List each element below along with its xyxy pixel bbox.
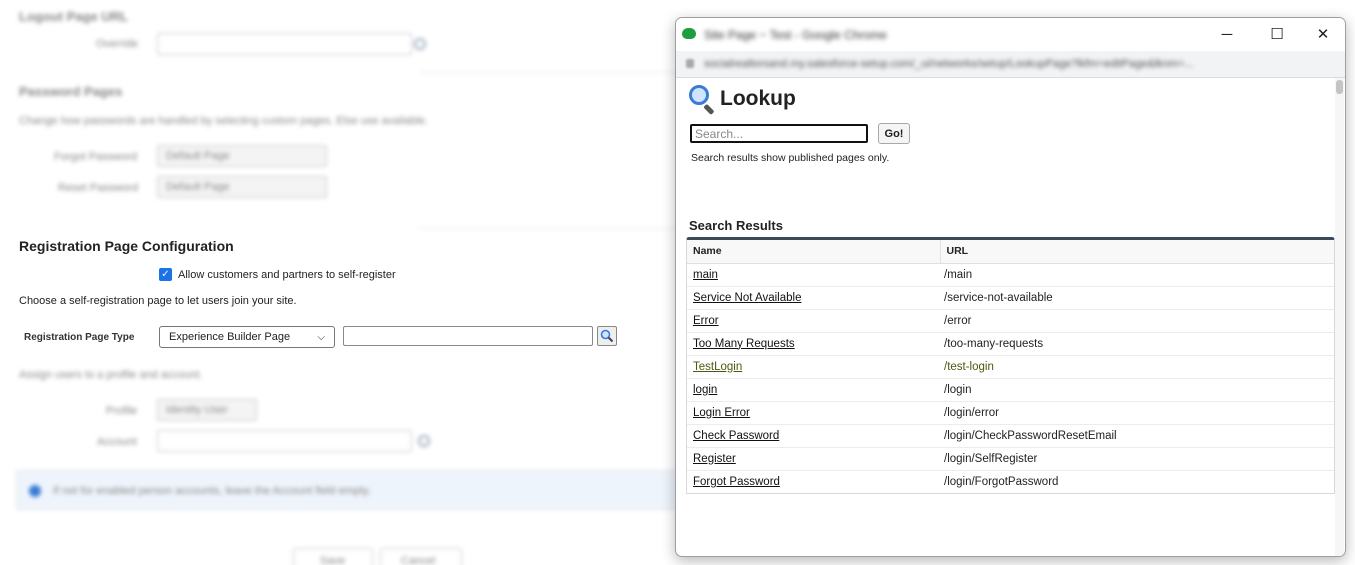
result-url: /login/CheckPasswordResetEmail <box>940 423 1334 447</box>
registration-page-input[interactable] <box>343 326 593 346</box>
profile-select[interactable]: Identity User <box>157 399 257 421</box>
chevron-down-icon: ⌵ <box>317 331 325 343</box>
reset-password-label: Reset Password <box>58 182 139 194</box>
forgot-password-select[interactable]: Default Page <box>157 145 327 167</box>
table-row: Service Not Available /service-not-avail… <box>687 285 1334 309</box>
result-link[interactable]: Login Error <box>693 407 750 419</box>
window-title: Site Page ~ Test - Google Chrome <box>704 28 887 42</box>
result-url: /login/ForgotPassword <box>940 469 1334 493</box>
result-url: /error <box>940 308 1334 332</box>
column-header-name: Name <box>687 240 940 264</box>
maximize-button[interactable]: ☐ <box>1262 24 1292 44</box>
close-button[interactable]: ✕ <box>1308 24 1338 44</box>
forgot-password-label: Forgot Password <box>54 151 138 163</box>
registration-type-label: Registration Page Type <box>24 332 135 343</box>
table-row: login /login <box>687 377 1334 401</box>
result-link[interactable]: Check Password <box>693 430 779 442</box>
logout-url-input[interactable] <box>157 33 412 55</box>
lookup-popup-window: Site Page ~ Test - Google Chrome ─ ☐ ✕ s… <box>675 17 1346 557</box>
info-icon <box>29 485 41 497</box>
search-results-table: Name URL main /main Service Not Availabl… <box>686 237 1335 494</box>
allow-self-register-row[interactable]: ✓ Allow customers and partners to self-r… <box>159 268 396 281</box>
result-link[interactable]: Too Many Requests <box>693 338 795 350</box>
registration-type-select[interactable]: Experience Builder Page ⌵ <box>159 326 335 348</box>
result-url: /too-many-requests <box>940 331 1334 355</box>
minimize-button[interactable]: ─ <box>1212 24 1242 44</box>
scrollbar-thumb[interactable] <box>1336 80 1343 94</box>
registration-type-value: Experience Builder Page <box>169 331 291 343</box>
result-link[interactable]: TestLogin <box>693 361 742 373</box>
address-bar[interactable]: socialrealtorsand.my.salesforce-setup.co… <box>676 51 1345 78</box>
table-row: Too Many Requests /too-many-requests <box>687 331 1334 355</box>
divider <box>420 228 680 229</box>
profile-label: Profile <box>106 405 138 417</box>
lock-icon <box>686 59 694 68</box>
scrollbar[interactable] <box>1335 78 1344 556</box>
allow-self-register-label: Allow customers and partners to self-reg… <box>178 268 396 281</box>
lookup-header: Lookup <box>688 84 796 116</box>
result-link[interactable]: Forgot Password <box>693 476 780 488</box>
table-row-highlighted: TestLogin /test-login <box>687 354 1334 378</box>
choose-registration-text: Choose a self-registration page to let u… <box>19 295 297 307</box>
table-row: Error /error <box>687 308 1334 332</box>
result-url: /login/error <box>940 400 1334 424</box>
go-button[interactable]: Go! <box>878 123 910 144</box>
result-link[interactable]: Register <box>693 453 736 465</box>
table-row: Check Password /login/CheckPasswordReset… <box>687 423 1334 447</box>
logout-heading: Logout Page URL <box>19 9 129 24</box>
info-box: If not for enabled person accounts, leav… <box>16 470 696 510</box>
result-link[interactable]: main <box>693 269 718 281</box>
info-text: If not for enabled person accounts, leav… <box>53 485 371 497</box>
table-header-row: Name URL <box>687 240 1334 264</box>
registration-page-lookup-button[interactable] <box>597 326 617 346</box>
result-url: /login/SelfRegister <box>940 446 1334 470</box>
logout-label: Override <box>96 38 139 50</box>
table-row: Forgot Password /login/ForgotPassword <box>687 469 1334 493</box>
account-input[interactable] <box>157 430 412 452</box>
result-url: /test-login <box>940 354 1334 378</box>
result-url: /main <box>940 262 1334 286</box>
table-row: Register /login/SelfRegister <box>687 446 1334 470</box>
salesforce-cloud-icon <box>682 28 696 39</box>
assign-description: Assign users to a profile and account. <box>19 369 203 381</box>
cancel-button[interactable]: Cancel <box>380 548 462 565</box>
window-titlebar: Site Page ~ Test - Google Chrome ─ ☐ ✕ <box>676 18 1345 50</box>
magnifier-icon <box>688 84 715 116</box>
account-lookup-icon[interactable] <box>418 435 430 447</box>
result-link[interactable]: Service Not Available <box>693 292 801 304</box>
search-hint: Search results show published pages only… <box>691 152 890 164</box>
column-header-url: URL <box>939 240 1334 264</box>
result-link[interactable]: Error <box>693 315 719 327</box>
search-input[interactable] <box>690 124 868 143</box>
divider <box>420 72 680 73</box>
password-description: Change how passwords are handled by sele… <box>19 115 429 127</box>
table-row: Login Error /login/error <box>687 400 1334 424</box>
account-label: Account <box>97 436 137 448</box>
reset-password-select[interactable]: Default Page <box>157 176 327 198</box>
save-button[interactable]: Save <box>293 548 373 565</box>
result-url: /login <box>940 377 1334 401</box>
lookup-title: Lookup <box>720 87 796 110</box>
allow-self-register-checkbox[interactable]: ✓ <box>159 268 172 281</box>
result-link[interactable]: login <box>693 384 717 396</box>
password-heading: Password Pages <box>19 84 123 99</box>
address-url[interactable]: socialrealtorsand.my.salesforce-setup.co… <box>704 58 1194 70</box>
table-row: main /main <box>687 262 1334 286</box>
result-url: /service-not-available <box>940 285 1334 309</box>
magnifier-icon <box>600 329 614 343</box>
search-results-heading: Search Results <box>689 218 783 233</box>
logout-lookup-icon[interactable] <box>414 38 426 50</box>
registration-heading: Registration Page Configuration <box>19 238 234 254</box>
